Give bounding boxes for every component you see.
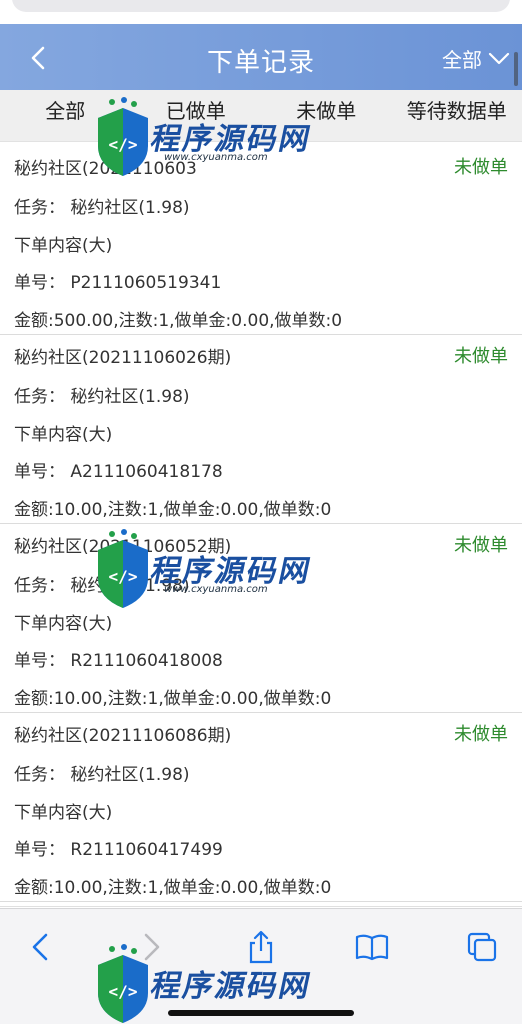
status-badge: 未做单	[454, 157, 508, 178]
order-name: 秘约社区(20211106086期)	[14, 726, 232, 746]
order-task: 任务： 秘约社区(1.98)	[14, 765, 190, 785]
order-summary: 金额:10.00,注数:1,做单金:0.00,做单数:0	[14, 878, 332, 898]
order-task: 任务： 秘约社区(1.98)	[14, 198, 190, 218]
bookmarks-icon[interactable]	[352, 927, 392, 967]
status-tabs: 全部 已做单 未做单 等待数据单	[0, 90, 522, 142]
tab-done[interactable]: 已做单	[131, 90, 262, 141]
order-task: 任务： 秘约社区(1.98)	[14, 576, 190, 596]
tab-all[interactable]: 全部	[0, 90, 131, 141]
scroll-indicator	[514, 52, 518, 86]
order-number: 单号： P2111060519341	[14, 273, 222, 293]
watermark-text: 程序源码网	[147, 969, 315, 1004]
app-header: 下单记录 全部	[0, 24, 522, 90]
order-name: 秘约社区(20211106052期)	[14, 537, 232, 557]
address-bar[interactable]	[12, 0, 510, 12]
filter-dropdown[interactable]: 全部	[442, 44, 510, 73]
order-summary: 金额:10.00,注数:1,做单金:0.00,做单数:0	[14, 500, 332, 520]
order-list: 秘约社区(2021110603 未做单 任务： 秘约社区(1.98) 下单内容(…	[0, 146, 522, 902]
filter-label: 全部	[442, 48, 482, 72]
forward-icon[interactable]	[132, 927, 172, 967]
order-number: 单号： R2111060418008	[14, 651, 223, 671]
tabs-icon[interactable]	[462, 927, 502, 967]
share-icon[interactable]	[241, 927, 281, 967]
chevron-down-icon	[488, 52, 510, 64]
tab-waiting-data[interactable]: 等待数据单	[392, 90, 522, 141]
svg-text:</>: </>	[109, 982, 138, 1001]
browser-toolbar: </> 程序源码网	[0, 908, 522, 1024]
order-content: 下单内容(大)	[14, 614, 113, 634]
tab-not-done[interactable]: 未做单	[261, 90, 392, 141]
browser-url-area	[0, 0, 522, 24]
page: 下单记录 全部 全部 已做单 未做单 等待数据单 秘约社区(2021110603…	[0, 0, 522, 1024]
home-indicator	[168, 1010, 354, 1016]
order-content: 下单内容(大)	[14, 803, 113, 823]
order-content: 下单内容(大)	[14, 425, 113, 445]
order-task: 任务： 秘约社区(1.98)	[14, 387, 190, 407]
order-summary: 金额:500.00,注数:1,做单金:0.00,做单数:0	[14, 311, 343, 331]
order-card[interactable]: 秘约社区(20211106086期) 未做单 任务： 秘约社区(1.98) 下单…	[0, 713, 522, 902]
order-summary: 金额:10.00,注数:1,做单金:0.00,做单数:0	[14, 689, 332, 709]
status-badge: 未做单	[454, 346, 508, 367]
order-card[interactable]: 秘约社区(20211106026期) 未做单 任务： 秘约社区(1.98) 下单…	[0, 335, 522, 524]
order-number: 单号： A2111060418178	[14, 462, 223, 482]
status-badge: 未做单	[454, 535, 508, 556]
status-badge: 未做单	[454, 724, 508, 745]
order-content: 下单内容(大)	[14, 236, 113, 256]
order-name: 秘约社区(20211106026期)	[14, 348, 232, 368]
order-card[interactable]: 秘约社区(2021110603 未做单 任务： 秘约社区(1.98) 下单内容(…	[0, 146, 522, 335]
order-card[interactable]: 秘约社区(20211106052期) 未做单 任务： 秘约社区(1.98) 下单…	[0, 524, 522, 713]
order-number: 单号： R2111060417499	[14, 840, 223, 860]
order-name: 秘约社区(2021110603	[14, 159, 197, 179]
back-icon[interactable]	[20, 927, 60, 967]
